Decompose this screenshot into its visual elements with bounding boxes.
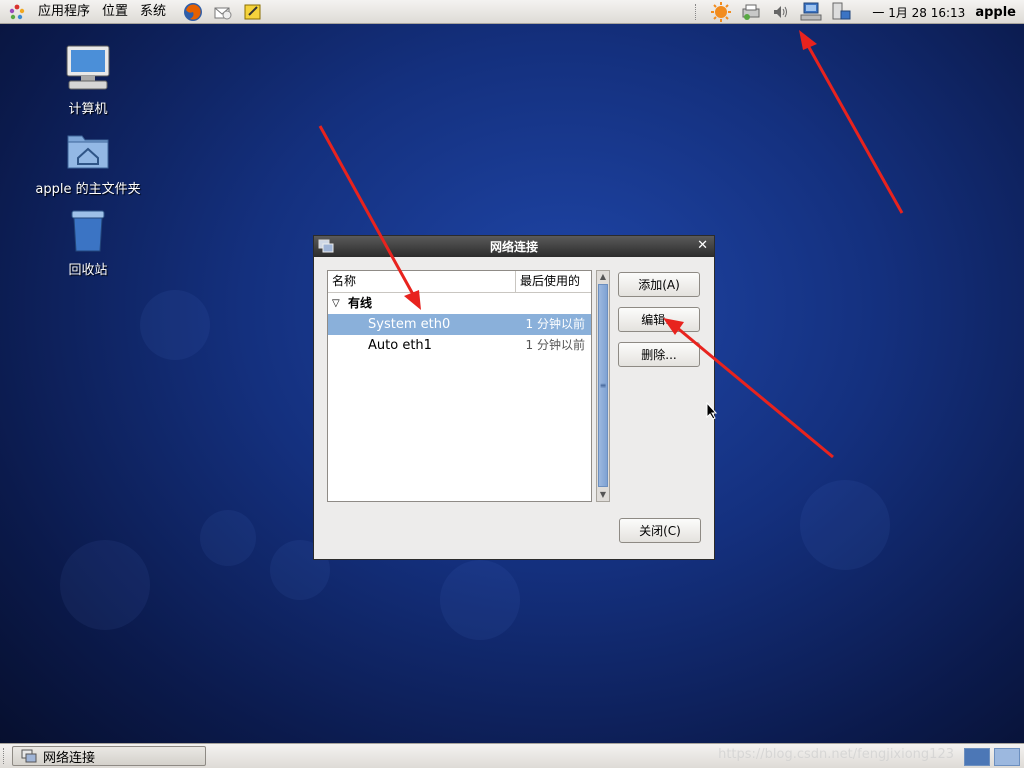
- scroll-up-arrow-icon[interactable]: ▲: [597, 271, 609, 283]
- wallpaper-bokeh: [60, 540, 150, 630]
- column-header-name[interactable]: 名称: [328, 271, 516, 292]
- mouse-pointer-icon: [706, 402, 718, 420]
- taskbar-item-label: 网络连接: [43, 750, 96, 766]
- update-notifier-icon[interactable]: [710, 1, 732, 23]
- desktop-icon-computer[interactable]: 计算机: [33, 44, 143, 117]
- close-button[interactable]: 关闭(C): [619, 518, 701, 543]
- connection-last-used: 1 分钟以前: [525, 317, 585, 331]
- connection-name: System eth0: [368, 317, 451, 332]
- group-label: 有线: [348, 296, 373, 310]
- connection-list[interactable]: 名称 最后使用的 ▽ 有线 System eth0 1 分钟以前 Auto et…: [327, 270, 592, 502]
- mail-client-icon[interactable]: [212, 1, 234, 23]
- list-item-auto-eth1[interactable]: Auto eth1 1 分钟以前: [328, 335, 591, 356]
- menu-system[interactable]: 系统: [134, 0, 172, 24]
- volume-icon[interactable]: [770, 1, 792, 23]
- desktop-icon-trash[interactable]: 回收站: [33, 207, 143, 278]
- taskbar-item-network-connections[interactable]: 网络连接: [12, 746, 206, 766]
- menu-places[interactable]: 位置: [96, 0, 134, 24]
- tray-separator: [695, 4, 698, 20]
- clock[interactable]: 一 1月 28 16:13: [872, 4, 965, 21]
- desktop-icon-label: 回收站: [68, 263, 108, 278]
- wallpaper-bokeh: [200, 510, 256, 566]
- desktop-icon-label: 计算机: [68, 102, 108, 117]
- top-panel: 应用程序 位置 系统 一 1月 28 16:13 apple: [0, 0, 1024, 24]
- list-header: 名称 最后使用的: [328, 271, 591, 293]
- watermark: https://blog.csdn.net/fengjixiong123: [718, 747, 954, 762]
- scrollbar-thumb[interactable]: ≡: [598, 284, 608, 487]
- wallpaper-bokeh: [140, 290, 210, 360]
- expander-triangle-icon[interactable]: ▽: [332, 293, 342, 314]
- edit-button[interactable]: 编辑...: [618, 307, 700, 332]
- firefox-icon[interactable]: [182, 1, 204, 23]
- wallpaper-bokeh: [800, 480, 890, 570]
- menu-applications[interactable]: 应用程序: [32, 0, 96, 24]
- dialog-title: 网络连接: [489, 240, 538, 254]
- desktop-icon-label: apple 的主文件夹: [35, 182, 141, 197]
- workspace-1[interactable]: [964, 748, 990, 766]
- wallpaper-bokeh: [440, 560, 520, 640]
- close-icon[interactable]: ✕: [697, 238, 708, 253]
- computer-status-icon[interactable]: [830, 1, 852, 23]
- printer-icon[interactable]: [740, 1, 762, 23]
- delete-button[interactable]: 删除...: [618, 342, 700, 367]
- gnome-foot-icon[interactable]: [6, 1, 28, 23]
- trash-icon: [71, 210, 105, 252]
- connection-last-used: 1 分钟以前: [525, 338, 585, 352]
- scroll-down-arrow-icon[interactable]: ▼: [597, 489, 609, 501]
- column-header-last-used[interactable]: 最后使用的: [516, 271, 591, 292]
- network-window-icon: [318, 239, 334, 256]
- network-connections-dialog: 网络连接 ✕ 名称 最后使用的 ▽ 有线 System eth0 1 分钟以前 …: [313, 235, 715, 560]
- bottom-panel: 网络连接 https://blog.csdn.net/fengjixiong12…: [0, 743, 1024, 768]
- panel-handle: [3, 748, 8, 764]
- home-folder-icon: [67, 135, 109, 169]
- network-window-icon: [21, 749, 37, 763]
- list-scrollbar[interactable]: ▲ ≡ ▼: [596, 270, 610, 502]
- workspace-switcher[interactable]: [964, 748, 1020, 766]
- system-tray: 一 1月 28 16:13 apple: [695, 0, 1024, 24]
- user-menu[interactable]: apple: [975, 5, 1016, 20]
- annotation-arrow: [799, 30, 904, 214]
- group-wired[interactable]: ▽ 有线: [328, 293, 591, 314]
- network-manager-icon[interactable]: [800, 1, 822, 23]
- connection-name: Auto eth1: [368, 338, 432, 353]
- workspace-2[interactable]: [994, 748, 1020, 766]
- note-editor-icon[interactable]: [242, 1, 264, 23]
- desktop-icon-home[interactable]: apple 的主文件夹: [33, 128, 143, 197]
- add-button[interactable]: 添加(A): [618, 272, 700, 297]
- dialog-title-bar[interactable]: 网络连接 ✕: [314, 236, 714, 257]
- list-item-system-eth0[interactable]: System eth0 1 分钟以前: [328, 314, 591, 335]
- computer-icon: [66, 45, 110, 90]
